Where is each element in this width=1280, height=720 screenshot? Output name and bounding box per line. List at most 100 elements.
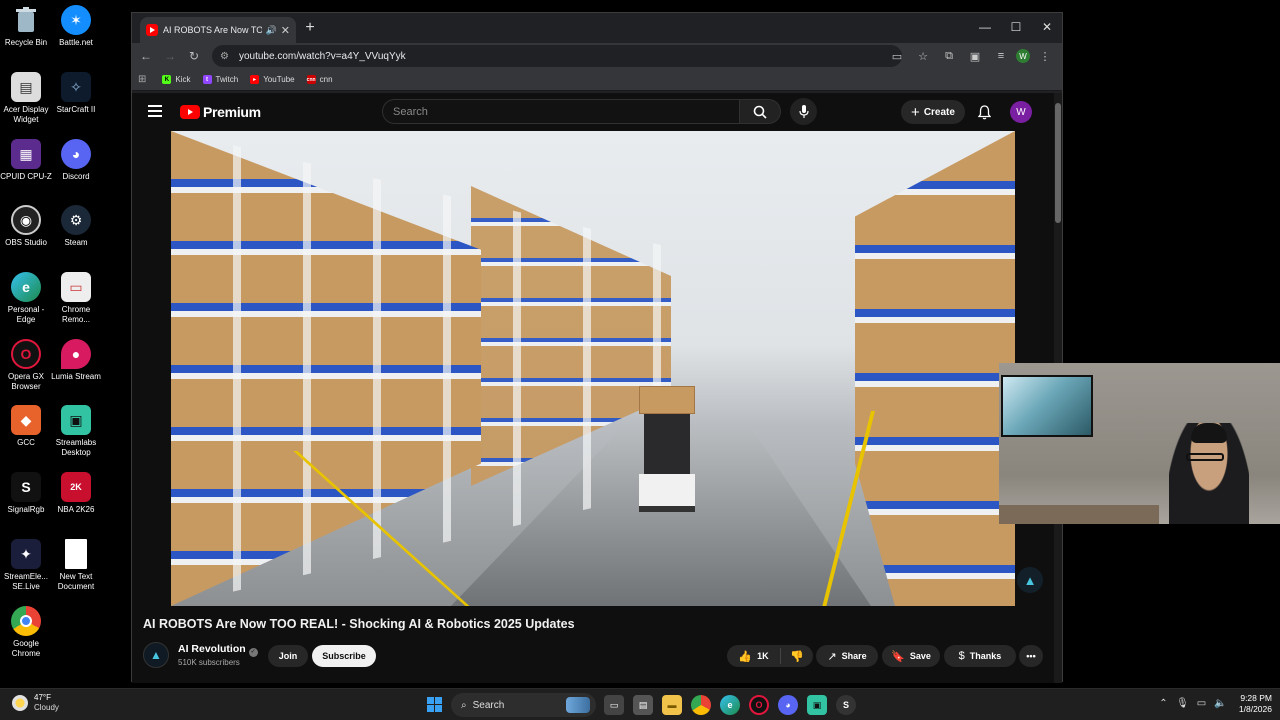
desktop-icon-acer-display[interactable]: ▤ Acer Display Widget [0, 72, 52, 125]
edge-taskbar-icon[interactable]: e [720, 695, 740, 715]
bookmark-youtube[interactable]: ▸ YouTube [250, 75, 295, 84]
desktop-icon-text-document[interactable]: New Text Document [50, 539, 102, 592]
close-window-icon[interactable]: ✕ [1032, 13, 1062, 41]
sidepanel-icon[interactable]: ▣ [964, 46, 986, 66]
scrollbar-thumb[interactable] [1055, 103, 1061, 223]
desktop-icon-starcraft[interactable]: ✧ StarCraft II [50, 72, 102, 115]
desktop-icon-chrome-remote[interactable]: ▭ Chrome Remo... [50, 272, 102, 325]
speaker-icon[interactable]: 🔊 [266, 25, 277, 36]
network-icon[interactable]: ▭ [1192, 698, 1211, 709]
account-avatar[interactable]: W [1010, 101, 1032, 123]
channel-name[interactable]: AI Revolution ✓ [178, 643, 258, 657]
close-tab-icon[interactable]: ✕ [281, 24, 290, 37]
discord-taskbar-icon[interactable]: ◕ [778, 695, 798, 715]
opera-gx-taskbar-icon[interactable]: O [749, 695, 769, 715]
like-button[interactable]: 👍 1K [727, 648, 781, 664]
webcam-glasses [1186, 453, 1224, 461]
apps-grid-icon[interactable]: ⊞ [138, 74, 146, 85]
desktop-icon-nba2k[interactable]: 2K NBA 2K26 [50, 472, 102, 515]
taskbar-search[interactable]: ⌕ Search [451, 693, 596, 717]
video-player[interactable] [171, 131, 1015, 606]
profile-avatar[interactable]: W [1016, 49, 1030, 63]
share-button[interactable]: ↗ Share [816, 645, 878, 667]
bookmark-cnn[interactable]: cnn cnn [306, 75, 333, 84]
bookmarks-bar: ⊞ K Kick t Twitch ▸ YouTube cnn cnn [132, 69, 1062, 91]
join-button[interactable]: Join [268, 645, 308, 667]
media-controls-icon[interactable]: ≡ [990, 46, 1012, 66]
reload-icon[interactable]: ↻ [182, 49, 206, 63]
youtube-header: Premium Search + Create W [132, 93, 1052, 131]
back-icon[interactable]: ← [134, 49, 158, 63]
site-info-icon[interactable]: ⚙ [220, 51, 229, 62]
temperature: 47°F [34, 693, 51, 702]
save-button[interactable]: 🔖 Save [882, 645, 940, 667]
subscribe-button[interactable]: Subscribe [312, 645, 376, 667]
task-view-icon[interactable]: ▭ [604, 695, 624, 715]
share-label: Share [841, 651, 867, 661]
desktop-icon-opera-gx[interactable]: O Opera GX Browser [0, 339, 52, 392]
channel-watermark-icon[interactable]: ▲ [1017, 567, 1043, 593]
desktop-icon-recycle-bin[interactable]: Recycle Bin [0, 5, 52, 48]
desktop-icon-streamelements[interactable]: ✦ StreamEle... SE.Live [0, 539, 52, 592]
desktop-icon-battlenet[interactable]: ✶ Battle.net [50, 5, 102, 48]
microphone-tray-icon[interactable]: 🎙 [1173, 698, 1192, 709]
desktop-icon-cpuz[interactable]: ▦ CPUID CPU-Z [0, 139, 52, 182]
chrome-taskbar-icon[interactable] [691, 695, 711, 715]
desktop-icon-chrome[interactable]: Google Chrome [0, 606, 52, 659]
twitch-icon: t [202, 75, 212, 84]
signalrgb-taskbar-icon[interactable]: S [836, 695, 856, 715]
desktop-icon-signalrgb[interactable]: S SignalRgb [0, 472, 52, 515]
notifications-bell-icon[interactable] [975, 102, 993, 122]
thanks-label: Thanks [969, 651, 1002, 661]
browser-tab[interactable]: AI ROBOTS Are Now TOO R 🔊 ✕ [140, 17, 296, 43]
maximize-icon[interactable]: ☐ [1001, 13, 1031, 41]
channel-avatar[interactable]: ▲ [143, 642, 169, 668]
desktop-icon-label: StreamEle... SE.Live [3, 572, 48, 591]
desktop-icon-discord[interactable]: ◕ Discord [50, 139, 102, 182]
file-explorer-icon[interactable]: ▬ [662, 695, 682, 715]
streamelements-icon: ✦ [11, 539, 41, 569]
hamburger-menu-icon[interactable] [148, 105, 162, 117]
battlenet-icon: ✶ [61, 5, 91, 35]
kick-icon: K [162, 75, 172, 84]
tray-overflow-icon[interactable]: ⌃ [1154, 698, 1173, 709]
channel-row: ▲ AI Revolution ✓ 510K subscribers Join S… [143, 639, 1053, 671]
streamlabs-taskbar-icon[interactable]: ▣ [807, 695, 827, 715]
like-dislike-group: 👍 1K 👎 [727, 645, 813, 667]
desktop-icon-label: Acer Display Widget [3, 105, 49, 124]
voice-search-button[interactable] [790, 98, 817, 125]
desktop-icon-label: SignalRgb [7, 505, 45, 514]
forward-icon[interactable]: → [158, 49, 182, 63]
widgets-icon[interactable]: ▤ [633, 695, 653, 715]
desktop-icon-gcc[interactable]: ◆ GCC [0, 405, 52, 448]
start-button[interactable] [427, 697, 442, 712]
webcam-shelf [999, 505, 1159, 524]
menu-kebab-icon[interactable]: ⋮ [1034, 46, 1056, 66]
cast-icon[interactable]: ▭ [886, 46, 908, 66]
create-button[interactable]: + Create [901, 100, 965, 124]
bookmark-kick[interactable]: K Kick [162, 75, 191, 84]
desktop-icon-edge[interactable]: e Personal - Edge [0, 272, 52, 325]
taskbar: 47°F Cloudy ⌕ Search ▭ ▤ ▬ e O ◕ ▣ S ⌃ 🎙… [0, 688, 1280, 720]
youtube-logo[interactable]: Premium [180, 104, 261, 120]
desktop-icon-label: NBA 2K26 [57, 505, 95, 514]
extensions-icon[interactable]: ⧉ [938, 46, 960, 66]
search-button[interactable] [739, 99, 781, 124]
dislike-button[interactable]: 👎 [781, 650, 813, 663]
desktop-icon-steam[interactable]: ⚙ Steam [50, 205, 102, 248]
channel-name-text: AI Revolution [178, 643, 246, 655]
address-bar[interactable]: ⚙ youtube.com/watch?v=a4Y_VVuqYyk [212, 45, 902, 67]
desktop-icon-streamlabs[interactable]: ▣ Streamlabs Desktop [50, 405, 102, 458]
desktop-icon-lumia[interactable]: ● Lumia Stream [50, 339, 102, 382]
desktop-icon-obs[interactable]: ◉ OBS Studio [0, 205, 52, 248]
weather-widget[interactable]: 47°F Cloudy [12, 693, 59, 713]
more-actions-button[interactable]: ••• [1019, 645, 1043, 667]
clock[interactable]: 9:28 PM 1/8/2026 [1222, 693, 1272, 715]
new-tab-icon[interactable]: + [302, 19, 318, 37]
like-count: 1K [757, 651, 769, 661]
thanks-button[interactable]: $ Thanks [944, 645, 1016, 667]
bookmark-star-icon[interactable]: ☆ [912, 46, 934, 66]
minimize-icon[interactable]: — [970, 13, 1000, 41]
search-input[interactable]: Search [382, 99, 740, 124]
bookmark-twitch[interactable]: t Twitch [202, 75, 238, 84]
